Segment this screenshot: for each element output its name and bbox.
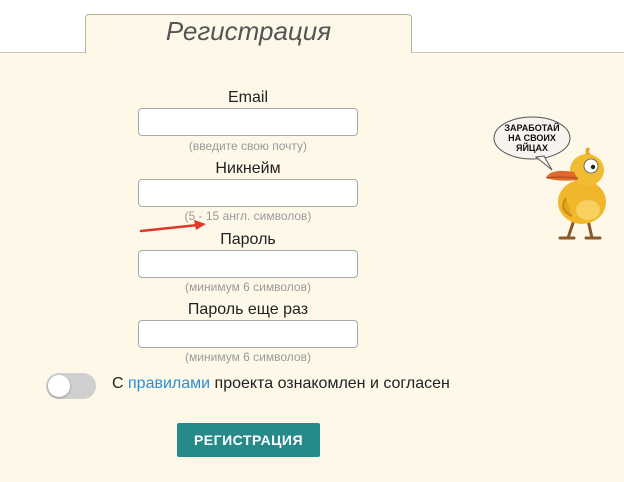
agreement-prefix: С <box>112 375 124 392</box>
bubble-line3: ЯЙЦАХ <box>516 142 548 153</box>
email-hint: (введите свою почту) <box>188 139 308 153</box>
duck-mascot-image: ЗАРАБОТАЙ НА СВОИХ ЯЙЦАХ <box>493 116 606 240</box>
email-field[interactable] <box>138 108 358 136</box>
nickname-label: Никнейм <box>215 160 281 177</box>
password-confirm-field[interactable] <box>138 320 358 348</box>
red-arrow-annotation <box>139 220 206 233</box>
register-button[interactable]: РЕГИСТРАЦИЯ <box>177 423 320 457</box>
password-confirm-hint: (минимум 6 символов) <box>185 350 311 364</box>
bubble-line2: НА СВОИХ <box>508 133 556 143</box>
bubble-line1: ЗАРАБОТАЙ <box>504 122 559 133</box>
password-field[interactable] <box>138 250 358 278</box>
rules-link[interactable]: правилами <box>128 375 210 392</box>
nickname-field[interactable] <box>138 179 358 207</box>
password-confirm-label: Пароль еще раз <box>187 301 309 318</box>
agreement-text: С правилами проекта ознакомлен и согласе… <box>112 375 450 393</box>
page-title: Регистрация <box>165 16 332 46</box>
agreement-suffix: проекта ознакомлен и согласен <box>214 375 450 392</box>
password-hint: (минимум 6 символов) <box>185 280 311 294</box>
toggle-knob <box>48 375 70 397</box>
agree-toggle[interactable] <box>46 373 96 399</box>
registration-tab: Регистрация <box>85 14 412 53</box>
email-label: Email <box>227 89 268 106</box>
